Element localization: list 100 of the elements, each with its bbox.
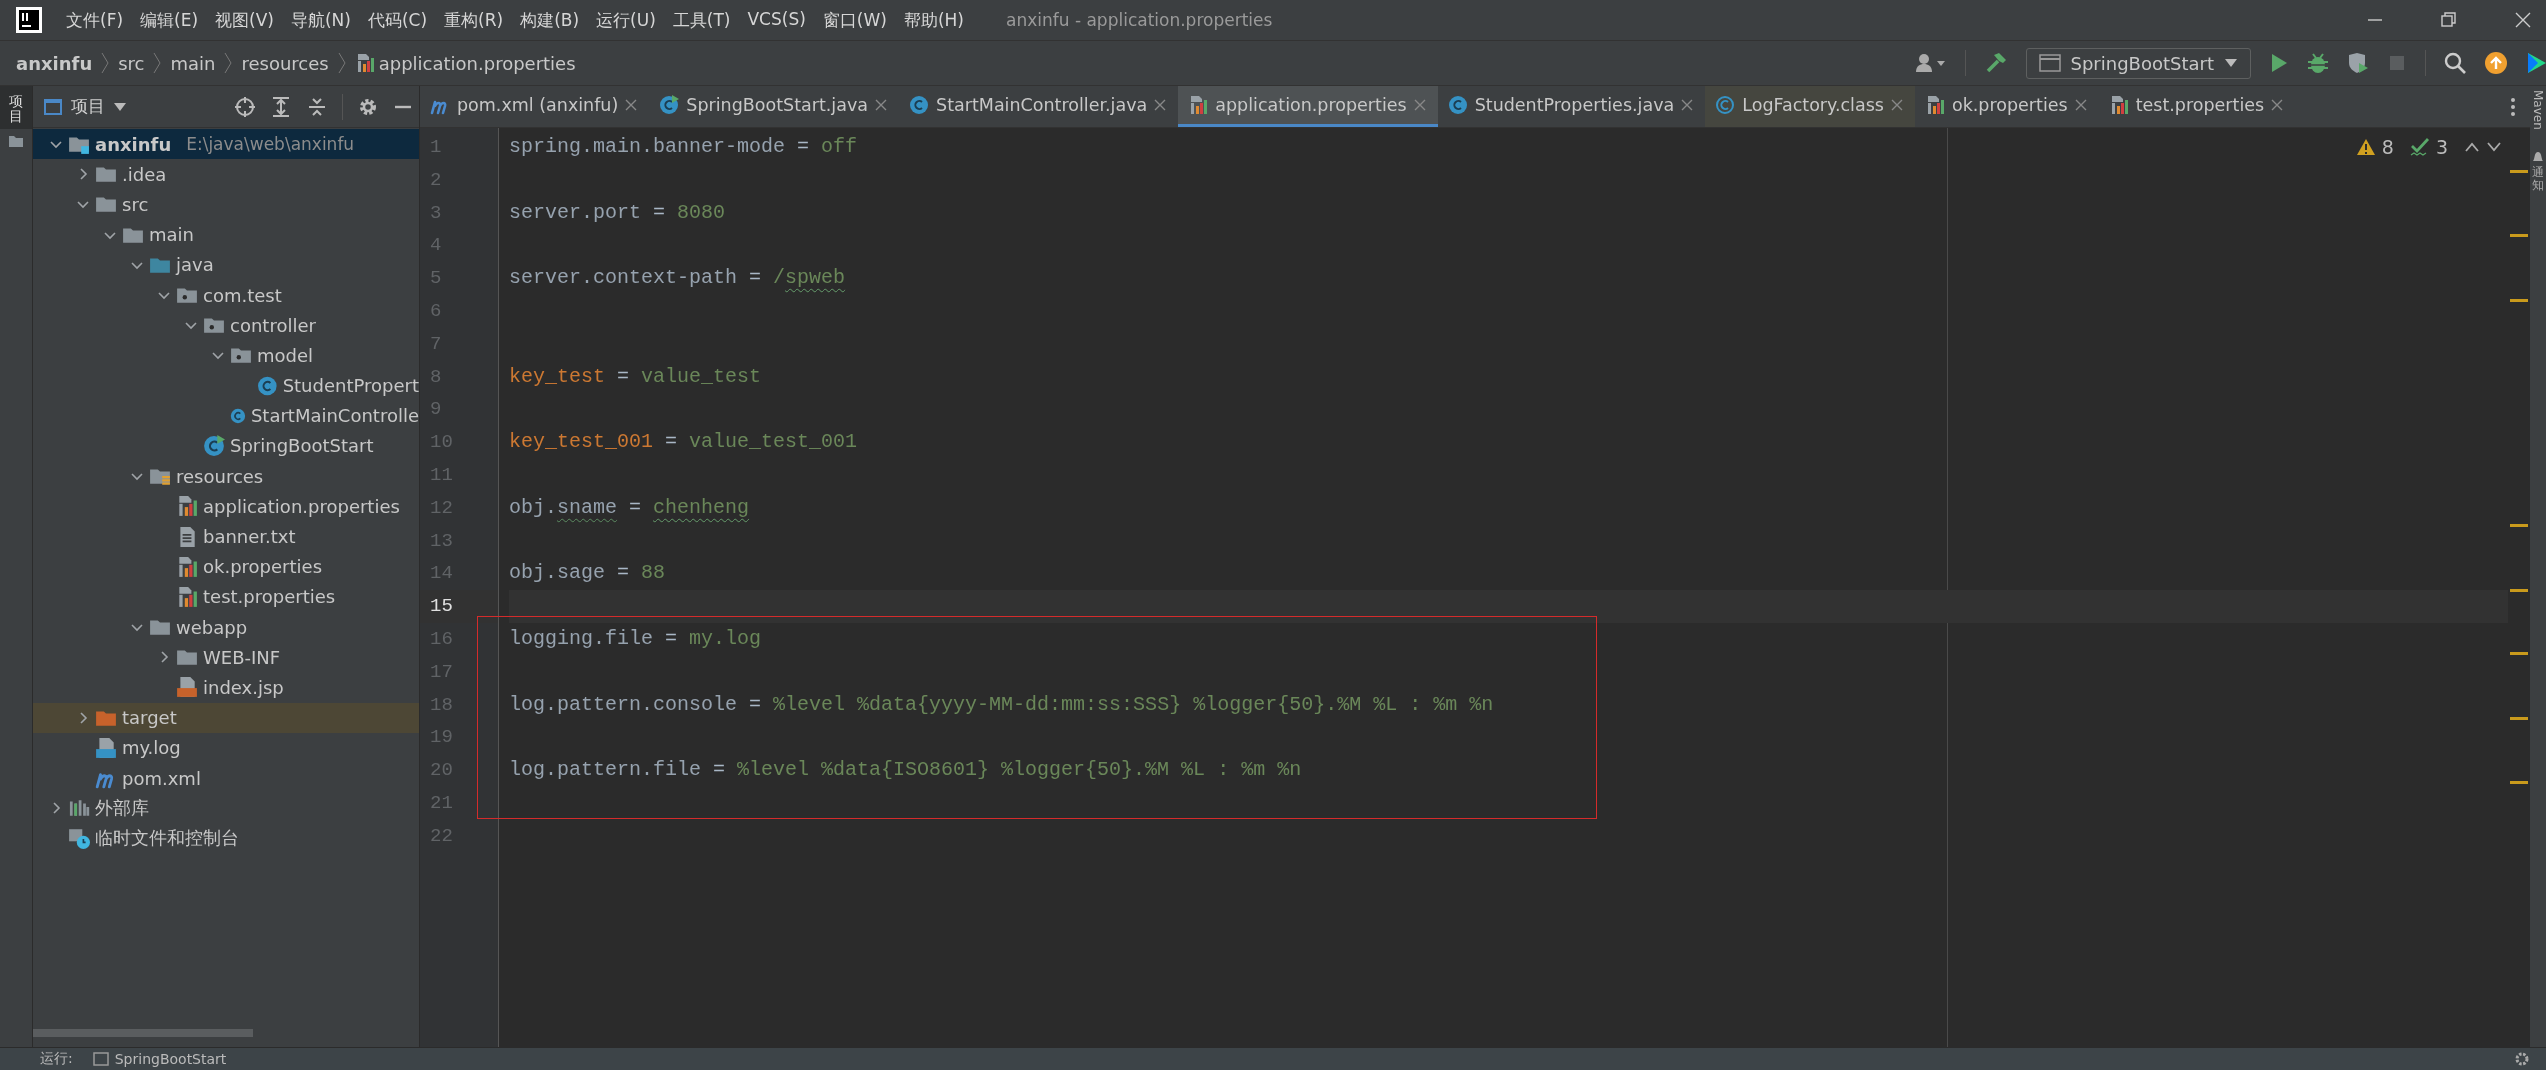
- code-line: key_test = value_test: [509, 364, 762, 388]
- restore-icon[interactable]: [2440, 11, 2458, 29]
- collapse-all-icon[interactable]: [306, 95, 328, 118]
- expand-all-icon[interactable]: [270, 95, 292, 118]
- app-logo-icon[interactable]: [16, 7, 42, 33]
- tree-label: my.log: [122, 737, 181, 759]
- tree-item[interactable]: pom.xml: [33, 762, 419, 794]
- menu-item[interactable]: 重构(R): [444, 8, 504, 32]
- menu-item[interactable]: 文件(F): [66, 8, 124, 32]
- tree-item[interactable]: anxinfu E:\java\web\anxinfu: [33, 129, 419, 160]
- editor-tab[interactable]: StudentProperties.java: [1437, 86, 1706, 127]
- more-icon[interactable]: [2510, 96, 2516, 117]
- editor-tab[interactable]: test.properties: [2098, 86, 2296, 127]
- run-icon[interactable]: [2269, 52, 2289, 74]
- scrollbar-thumb[interactable]: [33, 1029, 253, 1037]
- tree-item[interactable]: com.test: [33, 279, 419, 311]
- tree-item[interactable]: webapp: [33, 612, 419, 643]
- menu-item[interactable]: 视图(V): [215, 8, 274, 32]
- close-icon[interactable]: [1681, 99, 1694, 111]
- class-icon: [257, 374, 278, 397]
- breadcrumb-item[interactable]: main: [170, 52, 216, 74]
- panel-title-dropdown[interactable]: 项目: [43, 95, 127, 118]
- user-caret-icon[interactable]: [1914, 52, 1947, 74]
- editor-tab[interactable]: LogFactory.class: [1705, 86, 1915, 127]
- editor-tab[interactable]: SpringBootStart.java: [649, 86, 900, 127]
- update-icon[interactable]: [2484, 51, 2508, 75]
- tree-item[interactable]: 临时文件和控制台: [33, 823, 419, 854]
- run-configuration-dropdown[interactable]: SpringBootStart: [2025, 47, 2251, 79]
- menu-item[interactable]: 运行(U): [596, 8, 656, 32]
- editor-tab[interactable]: application.properties: [1178, 86, 1438, 127]
- menu-item[interactable]: 工具(T): [672, 8, 731, 32]
- tree-item[interactable]: StudentPropert: [33, 370, 419, 401]
- tree-item[interactable]: StartMainControlle: [33, 400, 419, 431]
- breadcrumb-item[interactable]: resources: [241, 52, 329, 74]
- tree-item[interactable]: ok.properties: [33, 551, 419, 582]
- tree-item[interactable]: SpringBootStart: [33, 430, 419, 462]
- tree-item[interactable]: index.jsp: [33, 672, 419, 703]
- window-title: anxinfu - application.properties: [1006, 10, 1273, 30]
- tree-label: webapp: [176, 616, 248, 638]
- editor-tab[interactable]: StartMainController.java: [899, 86, 1179, 127]
- tree-item[interactable]: controller: [33, 310, 419, 341]
- locate-icon[interactable]: [234, 95, 256, 118]
- tree-path: E:\java\web\anxinfu: [186, 134, 355, 155]
- properties-file-icon: [1188, 95, 1209, 115]
- menu-item[interactable]: 代码(C): [367, 8, 428, 32]
- tool-window-tab[interactable]: 通知: [2531, 149, 2545, 193]
- close-icon[interactable]: [2514, 11, 2532, 29]
- settings-icon[interactable]: [2514, 1051, 2530, 1067]
- menu-item[interactable]: 构建(B): [520, 8, 580, 32]
- tree-item[interactable]: java: [33, 249, 419, 280]
- tree-item[interactable]: .idea: [33, 159, 419, 190]
- menu-item[interactable]: 帮助(H): [903, 8, 964, 32]
- run-tab[interactable]: SpringBootStart: [92, 1051, 227, 1067]
- tab-label: LogFactory.class: [1742, 95, 1884, 115]
- close-icon[interactable]: [1890, 99, 1903, 111]
- inspection-widget[interactable]: 8 3: [2355, 136, 2502, 158]
- close-icon[interactable]: [2271, 99, 2284, 111]
- tree-item[interactable]: main: [33, 219, 419, 250]
- tree-label: banner.txt: [203, 526, 296, 548]
- tab-label: ok.properties: [1951, 95, 2068, 115]
- tree-item[interactable]: target: [33, 702, 419, 733]
- tree-item[interactable]: model: [33, 340, 419, 371]
- tree-item[interactable]: src: [33, 189, 419, 220]
- scratches-icon: [68, 827, 90, 850]
- menu-item[interactable]: 导航(N): [290, 8, 351, 32]
- code-line: logging.file = my.log: [509, 626, 762, 650]
- properties-file-icon: [176, 585, 198, 608]
- tree-item[interactable]: banner.txt: [33, 521, 419, 552]
- caret-icon: [113, 101, 127, 112]
- shield-run-icon[interactable]: [2347, 52, 2369, 74]
- close-icon[interactable]: [625, 99, 638, 111]
- menu-item[interactable]: 窗口(W): [822, 8, 887, 32]
- tree-label: 外部库: [95, 796, 149, 821]
- tree-item[interactable]: application.properties: [33, 491, 419, 522]
- search-icon[interactable]: [2444, 52, 2466, 74]
- close-icon[interactable]: [2074, 99, 2087, 111]
- class-run-icon: [659, 95, 680, 115]
- tab-label: pom.xml (anxinfu): [457, 95, 619, 115]
- menu-item[interactable]: 编辑(E): [140, 8, 199, 32]
- breadcrumb-item[interactable]: anxinfu: [16, 52, 93, 74]
- plugin-icon[interactable]: [2526, 51, 2546, 75]
- menu-item[interactable]: VCS(S): [747, 8, 806, 32]
- folder-icon[interactable]: [9, 134, 23, 147]
- tree-item[interactable]: 外部库: [33, 793, 419, 824]
- warning-count: 8: [2381, 136, 2394, 158]
- editor-tab[interactable]: pom.xml (anxinfu): [420, 86, 650, 127]
- tree-item[interactable]: my.log: [33, 732, 419, 763]
- tree-item[interactable]: WEB-INF: [33, 642, 419, 673]
- tree-item[interactable]: test.properties: [33, 581, 419, 612]
- close-icon[interactable]: [875, 99, 888, 111]
- tree-item[interactable]: resources: [33, 461, 419, 492]
- project-tool-tab[interactable]: 项目: [0, 86, 32, 129]
- jsp-file-icon: [176, 676, 198, 699]
- tree-label: ok.properties: [203, 556, 322, 578]
- close-icon[interactable]: [1154, 99, 1167, 111]
- tool-window-tab[interactable]: Maven: [2531, 90, 2545, 130]
- tree-label: pom.xml: [122, 767, 201, 789]
- editor-tab[interactable]: ok.properties: [1914, 86, 2099, 127]
- bug-icon[interactable]: [2307, 52, 2329, 74]
- breadcrumb-item[interactable]: src: [118, 52, 145, 74]
